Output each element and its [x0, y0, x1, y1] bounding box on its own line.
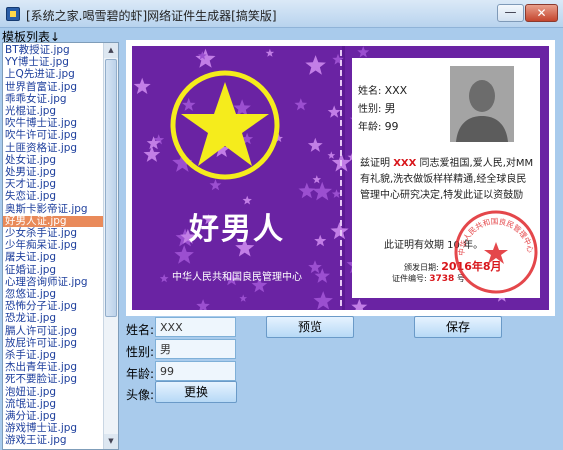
decorative-star: [298, 182, 316, 199]
close-button[interactable]: ✕: [525, 4, 558, 22]
decorative-star: [143, 146, 161, 162]
template-list-item[interactable]: 奥斯卡影帝证.jpg: [5, 203, 88, 215]
template-list-item[interactable]: 屠夫证.jpg: [5, 252, 56, 263]
official-seal-icon: 中华人民共和国良民管理中心专用证件: [452, 208, 538, 294]
template-list-item[interactable]: 世界首富证.jpg: [5, 81, 77, 93]
template-list-item[interactable]: 放屁许可证.jpg: [5, 337, 77, 349]
avatar-label: 头像:: [126, 388, 155, 402]
template-list-item[interactable]: 游戏博士证.jpg: [5, 423, 77, 434]
app-icon: [6, 7, 20, 21]
scroll-down-arrow-icon[interactable]: ▼: [104, 434, 118, 449]
template-list-item[interactable]: 恐龙证.jpg: [5, 313, 56, 324]
card-gender-row: 性别: 男: [358, 102, 396, 115]
template-list-item[interactable]: 死不要脸证.jpg: [5, 374, 77, 385]
template-list-item[interactable]: 天才证.jpg: [5, 179, 56, 190]
template-list-item[interactable]: 游戏王证.jpg: [5, 435, 67, 446]
window-title: [系统之家.喝雪碧的虾]网络证件生成器[搞笑版]: [26, 9, 277, 23]
change-avatar-button[interactable]: 更换: [155, 381, 237, 403]
decorative-star: [196, 299, 210, 310]
template-list-item[interactable]: 恐怖分子证.jpg: [5, 301, 77, 312]
decorative-star: [351, 298, 368, 310]
decorative-star: [307, 137, 323, 152]
template-list-item[interactable]: 满分证.jpg: [5, 411, 56, 422]
card-age-row: 年龄: 99: [358, 120, 399, 133]
template-list-item[interactable]: 光棍证.jpg: [5, 106, 56, 117]
template-list-item[interactable]: 少年痴呆证.jpg: [5, 240, 77, 251]
decorative-star: [133, 77, 151, 94]
star-emblem-icon: [170, 70, 280, 180]
certificate-card: 好男人 中华人民共和国良民管理中心 姓名: XXX 性别: 男 年龄: 99 兹…: [132, 46, 549, 310]
template-list-item[interactable]: 征婚证.jpg: [5, 264, 56, 276]
age-input[interactable]: [155, 361, 236, 381]
template-list-item[interactable]: 忽悠证.jpg: [5, 289, 56, 300]
template-list-item[interactable]: BT教授证.jpg: [5, 45, 70, 56]
template-list-item[interactable]: 处女证.jpg: [5, 154, 56, 166]
minimize-button[interactable]: —: [497, 4, 524, 22]
certificate-preview: 好男人 中华人民共和国良民管理中心 姓名: XXX 性别: 男 年龄: 99 兹…: [126, 40, 555, 316]
template-list-item[interactable]: 杰出青年证.jpg: [5, 362, 77, 373]
template-list-item[interactable]: 上Q先进证.jpg: [5, 69, 75, 80]
decorative-star: [305, 55, 326, 75]
certificate-body-text: 兹证明 XXX 同志爱祖国,爱人民,对MM有礼貌,洗衣做饭样样精通,经全球良民管…: [360, 158, 534, 201]
certificate-info-panel: 姓名: XXX 性别: 男 年龄: 99 兹证明 XXX 同志爱祖国,爱人民,对…: [352, 58, 540, 298]
template-list-item[interactable]: YY博士证.jpg: [5, 57, 69, 68]
decorative-star: [209, 179, 222, 191]
decorative-star: [312, 175, 322, 184]
gender-input[interactable]: [155, 339, 236, 359]
vertical-scrollbar[interactable]: ▲ ▼: [103, 43, 118, 449]
save-button[interactable]: 保存: [414, 316, 502, 338]
issuer-name: 中华人民共和国良民管理中心: [172, 272, 302, 283]
decorative-star: [327, 151, 336, 159]
template-list-item[interactable]: 吹牛许可证.jpg: [5, 130, 77, 141]
decorative-star: [265, 48, 275, 57]
preview-button[interactable]: 预览: [266, 316, 354, 338]
gender-label: 性别:: [126, 345, 155, 359]
avatar-photo: [450, 66, 514, 142]
template-list-item[interactable]: 膈人许可证.jpg: [5, 325, 77, 337]
decorative-star: [327, 105, 341, 118]
age-label: 年龄:: [126, 367, 155, 381]
template-list-item[interactable]: 流氓证.jpg: [5, 398, 56, 410]
title-bar: [系统之家.喝雪碧的虾]网络证件生成器[搞笑版] — ✕: [0, 0, 563, 28]
template-list-item[interactable]: 土匪资格证.jpg: [5, 142, 77, 154]
scroll-up-arrow-icon[interactable]: ▲: [104, 43, 118, 58]
template-list-item[interactable]: 好男人证.jpg: [3, 215, 103, 227]
person-silhouette-icon: [450, 66, 514, 142]
template-list-item[interactable]: 杀手证.jpg: [5, 350, 56, 361]
decorative-star: [239, 294, 248, 302]
decorative-star: [195, 48, 216, 68]
decorative-star: [357, 46, 370, 58]
decorative-star: [312, 181, 332, 201]
template-list-item[interactable]: 乖乖女证.jpg: [5, 93, 67, 105]
template-list-item[interactable]: 泡妞证.jpg: [5, 386, 56, 398]
template-list-item[interactable]: 处男证.jpg: [5, 167, 56, 178]
decorative-star: [313, 291, 333, 310]
template-list-item[interactable]: 心理咨询师证.jpg: [5, 276, 88, 288]
name-input[interactable]: [155, 317, 236, 337]
decorative-star: [294, 98, 308, 111]
scroll-thumb[interactable]: [105, 59, 117, 317]
template-list-item[interactable]: 吹牛博士证.jpg: [5, 118, 77, 129]
card-name-row: 姓名: XXX: [358, 84, 408, 97]
template-list[interactable]: ▲ ▼ BT教授证.jpg YY博士证.jpg 上Q先进证.jpg 世界首富证.jpg…: [2, 42, 119, 450]
template-list-item[interactable]: 失恋证.jpg: [5, 191, 56, 202]
template-list-item[interactable]: 少女杀手证.jpg: [5, 228, 77, 239]
name-label: 姓名:: [126, 323, 155, 337]
main-window: 模板列表↓ ▲ ▼ BT教授证.jpg YY博士证.jpg 上Q先进证.jpg 世界首…: [0, 28, 563, 450]
certificate-title: 好男人: [189, 212, 285, 247]
